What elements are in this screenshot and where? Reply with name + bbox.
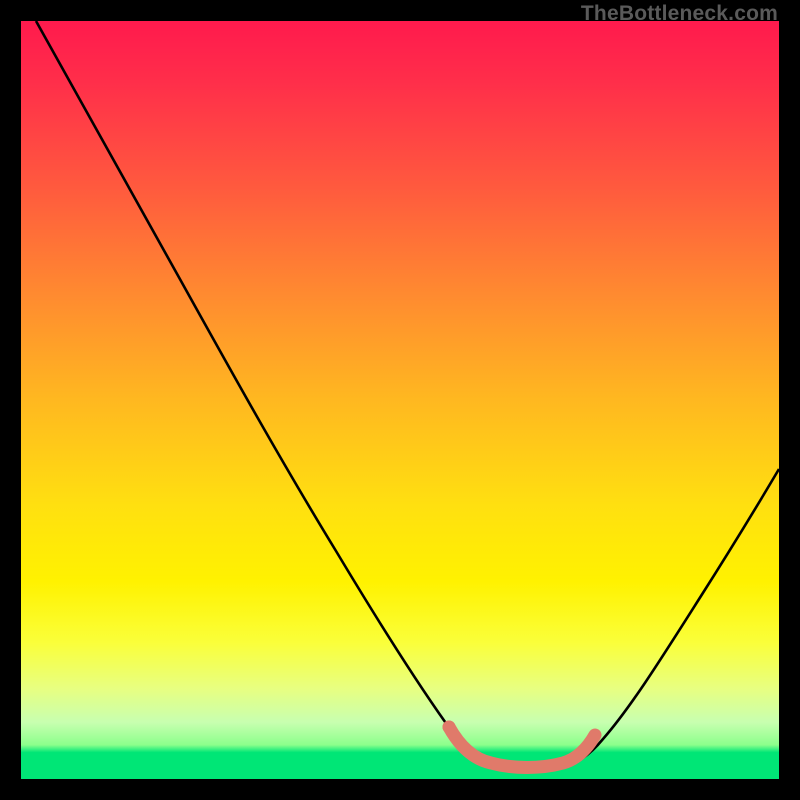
optimal-range-marker-path: [449, 727, 595, 768]
watermark-text: TheBottleneck.com: [581, 2, 778, 26]
bottleneck-curve-path: [36, 21, 779, 770]
chart-svg: [21, 21, 779, 779]
optimal-range-start-dot: [443, 721, 456, 734]
